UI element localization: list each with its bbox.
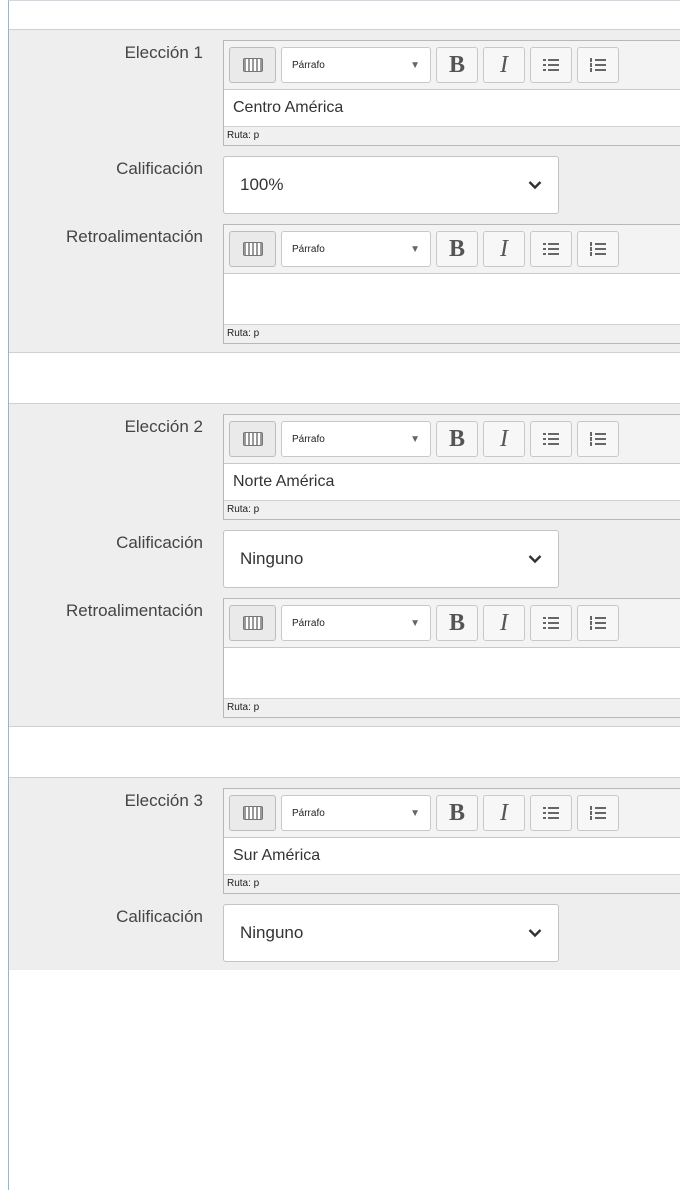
editor-toolbar: Párrafo ▼ B I bbox=[224, 599, 680, 648]
chevron-down-icon bbox=[528, 929, 542, 938]
dropdown-arrow-icon: ▼ bbox=[410, 59, 420, 71]
numbered-list-button[interactable] bbox=[577, 605, 619, 641]
keyboard-icon bbox=[242, 806, 263, 820]
italic-button[interactable]: I bbox=[483, 47, 525, 83]
italic-button[interactable]: I bbox=[483, 605, 525, 641]
grade-select[interactable]: Ninguno bbox=[223, 904, 559, 962]
editor-path: Ruta: p bbox=[224, 324, 680, 343]
bullet-list-button[interactable] bbox=[530, 605, 572, 641]
feedback-text-area[interactable] bbox=[224, 274, 680, 324]
toolbar-toggle-button[interactable] bbox=[229, 795, 276, 831]
grade-select-value: 100% bbox=[240, 175, 284, 194]
format-select[interactable]: Párrafo ▼ bbox=[281, 231, 431, 267]
dropdown-arrow-icon: ▼ bbox=[410, 433, 420, 445]
grade-label: Calificación bbox=[116, 907, 203, 926]
bullet-list-button[interactable] bbox=[530, 421, 572, 457]
numbered-list-icon bbox=[590, 58, 606, 72]
answer-editor: Párrafo ▼ B I Centro América Ruta: p bbox=[223, 40, 680, 146]
bullet-list-icon bbox=[543, 243, 559, 255]
bold-button[interactable]: B bbox=[436, 47, 478, 83]
grade-select[interactable]: Ninguno bbox=[223, 530, 559, 588]
answer-editor: Párrafo ▼ B I Sur América Ruta: p bbox=[223, 788, 680, 894]
keyboard-icon bbox=[242, 58, 263, 72]
grade-label: Calificación bbox=[116, 533, 203, 552]
feedback-label: Retroalimentación bbox=[65, 601, 203, 620]
choice-block-1: Elección 1 Párrafo ▼ B I Centro América R… bbox=[9, 29, 680, 353]
bold-button[interactable]: B bbox=[436, 795, 478, 831]
numbered-list-button[interactable] bbox=[577, 421, 619, 457]
editor-path: Ruta: p bbox=[224, 698, 680, 717]
format-select[interactable]: Párrafo ▼ bbox=[281, 47, 431, 83]
editor-path: Ruta: p bbox=[224, 126, 680, 145]
feedback-label: Retroalimentación bbox=[65, 227, 203, 246]
grade-label: Calificación bbox=[116, 159, 203, 178]
feedback-editor: Párrafo ▼ B I Ruta: p bbox=[223, 598, 680, 718]
bullet-list-button[interactable] bbox=[530, 795, 572, 831]
answer-text-area[interactable]: Norte América bbox=[224, 464, 680, 500]
grade-select-value: Ninguno bbox=[240, 549, 304, 568]
chevron-down-icon bbox=[528, 555, 542, 564]
grade-select[interactable]: 100% bbox=[223, 156, 559, 214]
numbered-list-icon bbox=[590, 616, 606, 630]
bold-button[interactable]: B bbox=[436, 231, 478, 267]
choice-block-2: Elección 2 Párrafo ▼ B I Norte América Ru… bbox=[9, 403, 680, 727]
editor-path: Ruta: p bbox=[224, 874, 680, 893]
keyboard-icon bbox=[242, 432, 263, 446]
feedback-text-area[interactable] bbox=[224, 648, 680, 698]
format-select[interactable]: Párrafo ▼ bbox=[281, 795, 431, 831]
numbered-list-button[interactable] bbox=[577, 231, 619, 267]
choice-label: Elección 1 bbox=[124, 43, 203, 62]
toolbar-toggle-button[interactable] bbox=[229, 231, 276, 267]
grade-select-value: Ninguno bbox=[240, 923, 304, 942]
chevron-down-icon bbox=[528, 181, 542, 190]
answer-editor: Párrafo ▼ B I Norte América Ruta: p bbox=[223, 414, 680, 520]
editor-toolbar: Párrafo ▼ B I bbox=[224, 225, 680, 274]
choice-block-3: Elección 3 Párrafo ▼ B I Sur América Ruta… bbox=[9, 777, 680, 970]
editor-toolbar: Párrafo ▼ B I bbox=[224, 789, 680, 838]
numbered-list-icon bbox=[590, 242, 606, 256]
italic-button[interactable]: I bbox=[483, 795, 525, 831]
answer-text-area[interactable]: Centro América bbox=[224, 90, 680, 126]
bullet-list-icon bbox=[543, 433, 559, 445]
bullet-list-icon bbox=[543, 617, 559, 629]
bold-button[interactable]: B bbox=[436, 605, 478, 641]
toolbar-toggle-button[interactable] bbox=[229, 605, 276, 641]
numbered-list-icon bbox=[590, 806, 606, 820]
keyboard-icon bbox=[242, 616, 263, 630]
answer-text-area[interactable]: Sur América bbox=[224, 838, 680, 874]
toolbar-toggle-button[interactable] bbox=[229, 47, 276, 83]
answers-form: Elección 1 Párrafo ▼ B I Centro América R… bbox=[8, 0, 680, 1190]
dropdown-arrow-icon: ▼ bbox=[410, 617, 420, 629]
format-select[interactable]: Párrafo ▼ bbox=[281, 605, 431, 641]
toolbar-toggle-button[interactable] bbox=[229, 421, 276, 457]
italic-button[interactable]: I bbox=[483, 421, 525, 457]
format-select[interactable]: Párrafo ▼ bbox=[281, 421, 431, 457]
editor-path: Ruta: p bbox=[224, 500, 680, 519]
bullet-list-icon bbox=[543, 59, 559, 71]
choice-label: Elección 3 bbox=[124, 791, 203, 810]
bullet-list-icon bbox=[543, 807, 559, 819]
bullet-list-button[interactable] bbox=[530, 47, 572, 83]
italic-button[interactable]: I bbox=[483, 231, 525, 267]
editor-toolbar: Párrafo ▼ B I bbox=[224, 415, 680, 464]
choice-label: Elección 2 bbox=[124, 417, 203, 436]
numbered-list-button[interactable] bbox=[577, 795, 619, 831]
feedback-editor: Párrafo ▼ B I Ruta: p bbox=[223, 224, 680, 344]
dropdown-arrow-icon: ▼ bbox=[410, 807, 420, 819]
dropdown-arrow-icon: ▼ bbox=[410, 243, 420, 255]
keyboard-icon bbox=[242, 242, 263, 256]
numbered-list-button[interactable] bbox=[577, 47, 619, 83]
numbered-list-icon bbox=[590, 432, 606, 446]
bullet-list-button[interactable] bbox=[530, 231, 572, 267]
editor-toolbar: Párrafo ▼ B I bbox=[224, 41, 680, 90]
bold-button[interactable]: B bbox=[436, 421, 478, 457]
